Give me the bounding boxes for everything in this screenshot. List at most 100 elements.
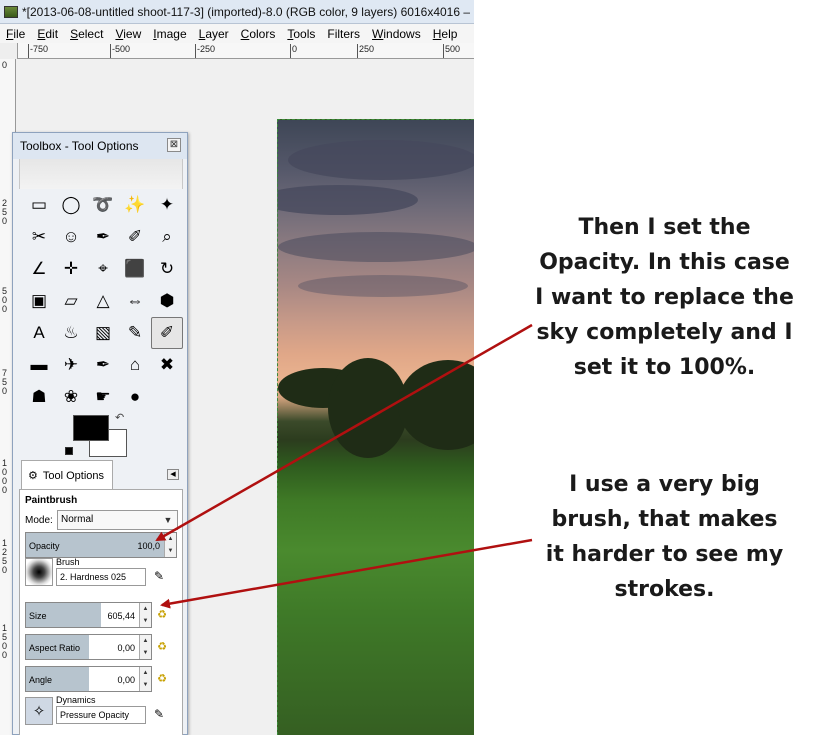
tool-cage-button[interactable]: ⬢ <box>151 285 183 317</box>
ruler-tick <box>28 44 29 58</box>
angle-spinner[interactable]: ▲ ▼ <box>139 667 151 691</box>
tool-align-button[interactable]: ⌖ <box>87 253 119 285</box>
free-select-icon: ➰ <box>92 195 114 214</box>
brush-preview-button[interactable] <box>25 558 53 586</box>
tool-rect-select-button[interactable]: ▭ <box>23 189 55 221</box>
tab-tool-options[interactable]: ⚙ Tool Options <box>21 460 113 490</box>
aspect-ratio-spinner[interactable]: ▲ ▼ <box>139 635 151 659</box>
tool-perspective-button[interactable]: △ <box>87 285 119 317</box>
tool-scale-button[interactable]: ▣ <box>23 285 55 317</box>
menu-item-select[interactable]: Select <box>70 27 109 41</box>
ruler-corner[interactable] <box>0 43 18 59</box>
menu-item-filters[interactable]: Filters <box>327 27 366 41</box>
menu-item-colors[interactable]: Colors <box>241 27 282 41</box>
move-icon: ✛ <box>63 259 79 278</box>
edit-brush-icon[interactable]: ✎ <box>154 569 164 583</box>
tool-zoom-button[interactable]: ⌕ <box>151 221 183 253</box>
tool-free-select-button[interactable]: ➰ <box>87 189 119 221</box>
menu-label: ile <box>13 26 26 41</box>
reset-size-icon[interactable]: ♻ <box>154 607 170 623</box>
toolbox-title: Toolbox - Tool Options <box>20 139 139 153</box>
tool-pencil-button[interactable]: ✎ <box>119 317 151 349</box>
tool-paintbrush-button[interactable]: ✐ <box>151 317 183 349</box>
tab-label: Tool Options <box>42 469 105 482</box>
tool-measure-button[interactable]: ∠ <box>23 253 55 285</box>
menu-item-layer[interactable]: Layer <box>199 27 235 41</box>
tab-menu-icon[interactable]: ◀ <box>167 469 179 480</box>
tool-flip-button[interactable]: ⇔ <box>119 285 151 317</box>
tool-perspective-clone-button[interactable]: ☗ <box>23 381 55 413</box>
close-icon[interactable]: ⊠ <box>167 138 181 152</box>
aspect-ratio-slider[interactable]: Aspect Ratio 0,00 ▲ ▼ <box>25 634 152 660</box>
tool-ellipse-select-button[interactable]: ◯ <box>55 189 87 221</box>
tool-color-picker-button[interactable]: ✐ <box>119 221 151 253</box>
menu-item-image[interactable]: Image <box>153 27 192 41</box>
tool-rotate-button[interactable]: ↻ <box>151 253 183 285</box>
tool-shear-button[interactable]: ▱ <box>55 285 87 317</box>
paths-icon: ✒ <box>95 227 111 246</box>
tool-move-button[interactable]: ✛ <box>55 253 87 285</box>
size-spinner[interactable]: ▲ ▼ <box>139 603 151 627</box>
tool-bucket-fill-button[interactable]: ♨ <box>55 317 87 349</box>
tool-eraser-button[interactable]: ▬ <box>23 349 55 381</box>
cloud-shape <box>278 185 418 215</box>
airbrush-icon: ✈ <box>63 355 79 374</box>
menu-item-windows[interactable]: Windows <box>372 27 427 41</box>
tool-foreground-select-button[interactable]: ☺ <box>55 221 87 253</box>
opacity-slider[interactable]: Opacity 100,0 ▲ ▼ <box>25 532 177 558</box>
gimp-app-icon <box>4 5 18 18</box>
toolbox-title-bar[interactable]: Toolbox - Tool Options ⊠ <box>13 133 187 159</box>
tool-smudge-button[interactable]: ☛ <box>87 381 119 413</box>
size-label: Size <box>29 611 47 621</box>
tool-airbrush-button[interactable]: ✈ <box>55 349 87 381</box>
foreground-color-swatch[interactable] <box>73 415 109 441</box>
ruler-label: 2 5 0 <box>2 198 8 226</box>
mode-dropdown[interactable]: Normal ▼ <box>57 510 178 530</box>
tool-text-button[interactable]: A <box>23 317 55 349</box>
wilber-drop-area[interactable] <box>19 159 183 189</box>
image-canvas[interactable] <box>277 119 474 735</box>
default-colors-icon[interactable] <box>65 447 73 455</box>
tool-blur-button[interactable]: ❀ <box>55 381 87 413</box>
tool-blend-button[interactable]: ▧ <box>87 317 119 349</box>
reset-angle-icon[interactable]: ♻ <box>154 671 170 687</box>
tool-color-select-button[interactable]: ✦ <box>151 189 183 221</box>
menu-item-view[interactable]: View <box>115 27 147 41</box>
menu-item-edit[interactable]: Edit <box>37 27 64 41</box>
brush-name-field[interactable]: 2. Hardness 025 <box>56 568 146 586</box>
annotation-line: I want to replace the <box>535 285 794 310</box>
opacity-label: Opacity <box>29 541 60 551</box>
dynamics-icon: ✧ <box>32 703 46 720</box>
annotation-line: I use a very big <box>569 472 760 497</box>
menu-item-file[interactable]: File <box>6 27 31 41</box>
tool-heal-button[interactable]: ✖ <box>151 349 183 381</box>
swap-colors-icon[interactable]: ↶ <box>115 411 124 424</box>
tool-paths-button[interactable]: ✒ <box>87 221 119 253</box>
tool-ink-button[interactable]: ✒ <box>87 349 119 381</box>
tool-fuzzy-select-button[interactable]: ✨ <box>119 189 151 221</box>
edit-dynamics-icon[interactable]: ✎ <box>154 707 164 721</box>
title-bar: *[2013-06-08-untitled shoot-117-3] (impo… <box>0 0 474 24</box>
dynamics-preview-button[interactable]: ✧ <box>25 697 53 725</box>
tool-crop-button[interactable]: ⬛ <box>119 253 151 285</box>
opacity-spinner[interactable]: ▲ ▼ <box>164 533 176 557</box>
ruler-label: 1 5 0 0 <box>2 623 8 660</box>
menu-item-tools[interactable]: Tools <box>287 27 321 41</box>
blend-icon: ▧ <box>94 323 112 342</box>
reset-aspect-icon[interactable]: ♻ <box>154 639 170 655</box>
tool-dodge-burn-button[interactable]: ● <box>119 381 151 413</box>
size-slider[interactable]: Size 605,44 ▲ ▼ <box>25 602 152 628</box>
tool-scissors-button[interactable]: ✂ <box>23 221 55 253</box>
tool-options-icon: ⚙ <box>28 470 38 482</box>
dynamics-name-field[interactable]: Pressure Opacity <box>56 706 146 724</box>
tool-clone-button[interactable]: ⌂ <box>119 349 151 381</box>
fuzzy-select-icon: ✨ <box>124 195 146 214</box>
crop-icon: ⬛ <box>124 259 146 278</box>
menu-item-help[interactable]: Help <box>433 27 464 41</box>
ruler-label: 0 <box>2 60 8 70</box>
tool-name-heading: Paintbrush <box>25 495 78 506</box>
angle-slider[interactable]: Angle 0,00 ▲ ▼ <box>25 666 152 692</box>
tool-options-panel: Paintbrush Mode: Normal ▼ Opacity 100,0 … <box>19 489 183 735</box>
horizontal-ruler[interactable]: -750 -500 -250 0 250 500 <box>0 43 474 59</box>
ruler-tick <box>357 44 358 58</box>
